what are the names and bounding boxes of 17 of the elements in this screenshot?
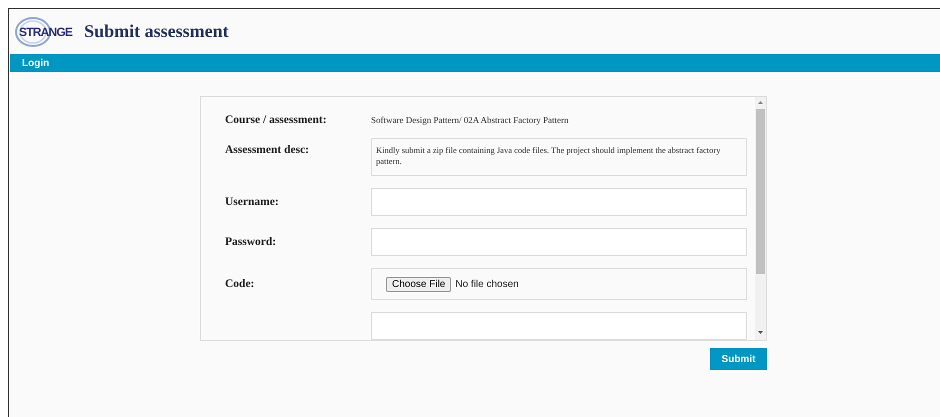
nav-link[interactable]: Login	[22, 58, 50, 68]
input-field[interactable]	[371, 188, 747, 216]
input-field[interactable]	[371, 312, 747, 340]
description-box: Kindly submit a zip file containing Java code files. The project should implement the abstract factory pattern.	[371, 138, 747, 176]
password-field[interactable]	[371, 228, 747, 256]
course-value: Software Design Pattern/ 02A Abstract Factory Pattern	[371, 115, 570, 125]
field-label: Course / assessment:	[225, 114, 328, 126]
choose-file-button[interactable]: Choose File	[386, 276, 452, 292]
page-title: Submit assessment	[84, 21, 229, 42]
field-label: Password:	[225, 236, 278, 248]
submit-button[interactable]: Submit	[710, 348, 767, 370]
field-label: Assessment desc:	[225, 143, 310, 156]
field-label: Code:	[225, 278, 256, 290]
scrollbar[interactable]	[755, 97, 766, 340]
file-status: No file chosen	[455, 278, 519, 290]
field-label: Username:	[225, 196, 280, 208]
logo: STRANGE	[13, 16, 74, 48]
